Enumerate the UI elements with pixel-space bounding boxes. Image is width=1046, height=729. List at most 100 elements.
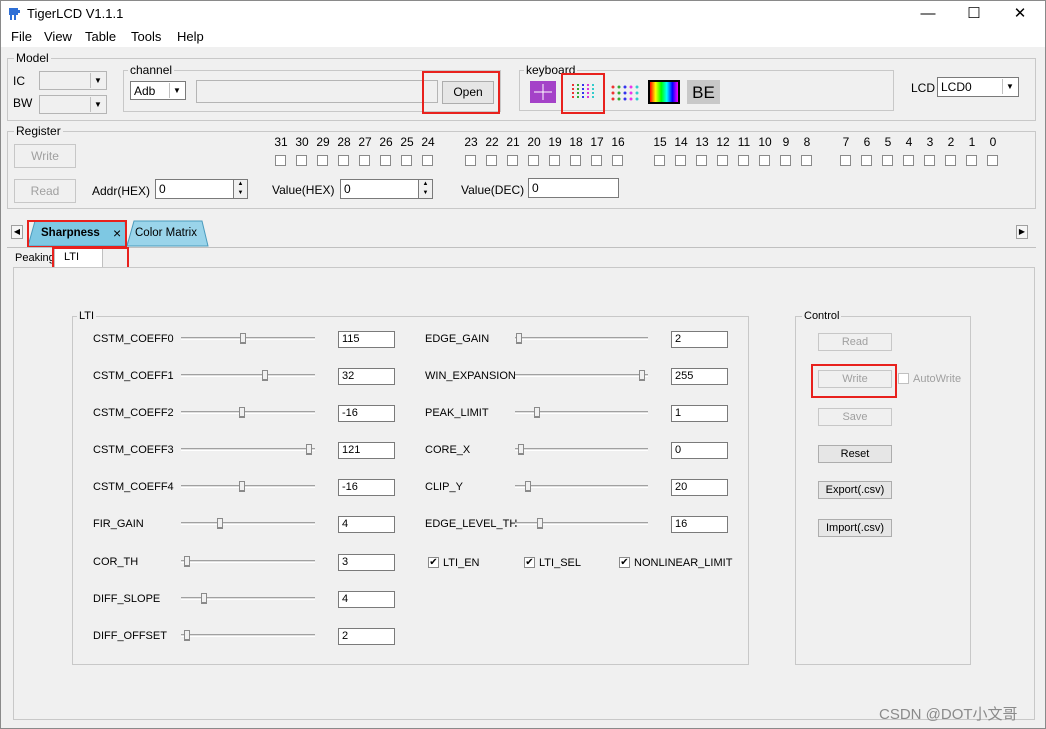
pattern-cross-icon[interactable] <box>530 81 556 103</box>
slider-thumb[interactable] <box>306 444 312 455</box>
color-dots-icon[interactable] <box>609 81 639 103</box>
register-read-button[interactable]: Read <box>14 179 76 203</box>
import-csv-button[interactable]: Import(.csv) <box>818 519 892 537</box>
bit-checkbox[interactable] <box>591 155 602 166</box>
addr-input[interactable]: 0 <box>155 179 235 199</box>
bit-checkbox[interactable] <box>275 155 286 166</box>
bit-checkbox[interactable] <box>780 155 791 166</box>
slider-thumb[interactable] <box>184 630 190 641</box>
slider-thumb[interactable] <box>184 556 190 567</box>
slider-value-input[interactable]: 32 <box>338 368 395 385</box>
bit-checkbox[interactable] <box>738 155 749 166</box>
bit-checkbox[interactable] <box>570 155 581 166</box>
slider-value-input[interactable]: 2 <box>671 331 728 348</box>
lti-checkbox[interactable]: ✔ <box>524 557 535 568</box>
bit-checkbox[interactable] <box>696 155 707 166</box>
slider-value-input[interactable]: 115 <box>338 331 395 348</box>
bit-checkbox[interactable] <box>486 155 497 166</box>
bit-checkbox[interactable] <box>296 155 307 166</box>
slider-track[interactable] <box>181 337 315 340</box>
tab-scroll-right-icon[interactable]: ▶ <box>1016 225 1028 239</box>
slider-thumb[interactable] <box>525 481 531 492</box>
bw-combo[interactable]: ▼ <box>39 95 107 114</box>
value-dec-input[interactable]: 0 <box>528 178 619 198</box>
slider-track[interactable] <box>515 337 648 340</box>
color-spectrum-icon[interactable] <box>648 80 680 104</box>
value-hex-input[interactable]: 0 <box>340 179 420 199</box>
control-read-button[interactable]: Read <box>818 333 892 351</box>
slider-thumb[interactable] <box>201 593 207 604</box>
bit-checkbox[interactable] <box>507 155 518 166</box>
slider-track[interactable] <box>515 448 648 451</box>
channel-device-field[interactable] <box>196 80 438 103</box>
bit-checkbox[interactable] <box>380 155 391 166</box>
autowrite-checkbox[interactable] <box>898 373 909 384</box>
bit-checkbox[interactable] <box>675 155 686 166</box>
bit-checkbox[interactable] <box>549 155 560 166</box>
slider-thumb[interactable] <box>240 333 246 344</box>
slider-value-input[interactable]: 16 <box>671 516 728 533</box>
slider-value-input[interactable]: 255 <box>671 368 728 385</box>
be-button[interactable]: BE <box>687 80 720 104</box>
bit-checkbox[interactable] <box>945 155 956 166</box>
slider-track[interactable] <box>181 485 315 488</box>
slider-thumb[interactable] <box>534 407 540 418</box>
slider-thumb[interactable] <box>537 518 543 529</box>
slider-value-input[interactable]: 20 <box>671 479 728 496</box>
bit-checkbox[interactable] <box>861 155 872 166</box>
slider-track[interactable] <box>515 485 648 488</box>
lcd-combo[interactable]: LCD0 ▼ <box>937 77 1019 97</box>
slider-value-input[interactable]: 1 <box>671 405 728 422</box>
menu-help[interactable]: Help <box>177 29 204 44</box>
bit-checkbox[interactable] <box>465 155 476 166</box>
slider-thumb[interactable] <box>516 333 522 344</box>
slider-value-input[interactable]: 2 <box>338 628 395 645</box>
bit-checkbox[interactable] <box>612 155 623 166</box>
control-reset-button[interactable]: Reset <box>818 445 892 463</box>
slider-track[interactable] <box>181 522 315 525</box>
slider-track[interactable] <box>181 560 315 563</box>
slider-value-input[interactable]: 121 <box>338 442 395 459</box>
addr-spinner[interactable]: ▲ ▼ <box>233 179 248 199</box>
menu-view[interactable]: View <box>44 29 72 44</box>
lti-checkbox[interactable]: ✔ <box>428 557 439 568</box>
control-save-button[interactable]: Save <box>818 408 892 426</box>
bit-checkbox[interactable] <box>840 155 851 166</box>
bit-checkbox[interactable] <box>987 155 998 166</box>
menu-table[interactable]: Table <box>85 29 116 44</box>
slider-value-input[interactable]: 3 <box>338 554 395 571</box>
bit-checkbox[interactable] <box>359 155 370 166</box>
slider-track[interactable] <box>181 634 315 637</box>
menu-file[interactable]: File <box>11 29 32 44</box>
slider-thumb[interactable] <box>639 370 645 381</box>
slider-thumb[interactable] <box>239 481 245 492</box>
bit-checkbox[interactable] <box>801 155 812 166</box>
bit-checkbox[interactable] <box>759 155 770 166</box>
bit-checkbox[interactable] <box>654 155 665 166</box>
bit-checkbox[interactable] <box>882 155 893 166</box>
subtab-peaking[interactable]: Peaking <box>15 252 55 264</box>
channel-combo[interactable]: Adb ▼ <box>130 81 186 100</box>
bit-checkbox[interactable] <box>717 155 728 166</box>
slider-track[interactable] <box>181 374 315 377</box>
slider-track[interactable] <box>181 448 315 451</box>
slider-value-input[interactable]: -16 <box>338 479 395 496</box>
bit-checkbox[interactable] <box>924 155 935 166</box>
bit-checkbox[interactable] <box>317 155 328 166</box>
register-write-button[interactable]: Write <box>14 144 76 168</box>
bit-checkbox[interactable] <box>903 155 914 166</box>
slider-thumb[interactable] <box>518 444 524 455</box>
bit-checkbox[interactable] <box>528 155 539 166</box>
minimize-button[interactable]: — <box>905 1 951 27</box>
slider-thumb[interactable] <box>239 407 245 418</box>
export-csv-button[interactable]: Export(.csv) <box>818 481 892 499</box>
maximize-button[interactable]: ☐ <box>951 1 997 27</box>
slider-value-input[interactable]: 4 <box>338 591 395 608</box>
bit-checkbox[interactable] <box>338 155 349 166</box>
lti-checkbox[interactable]: ✔ <box>619 557 630 568</box>
menu-tools[interactable]: Tools <box>131 29 161 44</box>
bit-checkbox[interactable] <box>966 155 977 166</box>
tab-color-matrix[interactable]: Color Matrix <box>135 227 197 239</box>
slider-thumb[interactable] <box>262 370 268 381</box>
slider-track[interactable] <box>515 374 648 377</box>
